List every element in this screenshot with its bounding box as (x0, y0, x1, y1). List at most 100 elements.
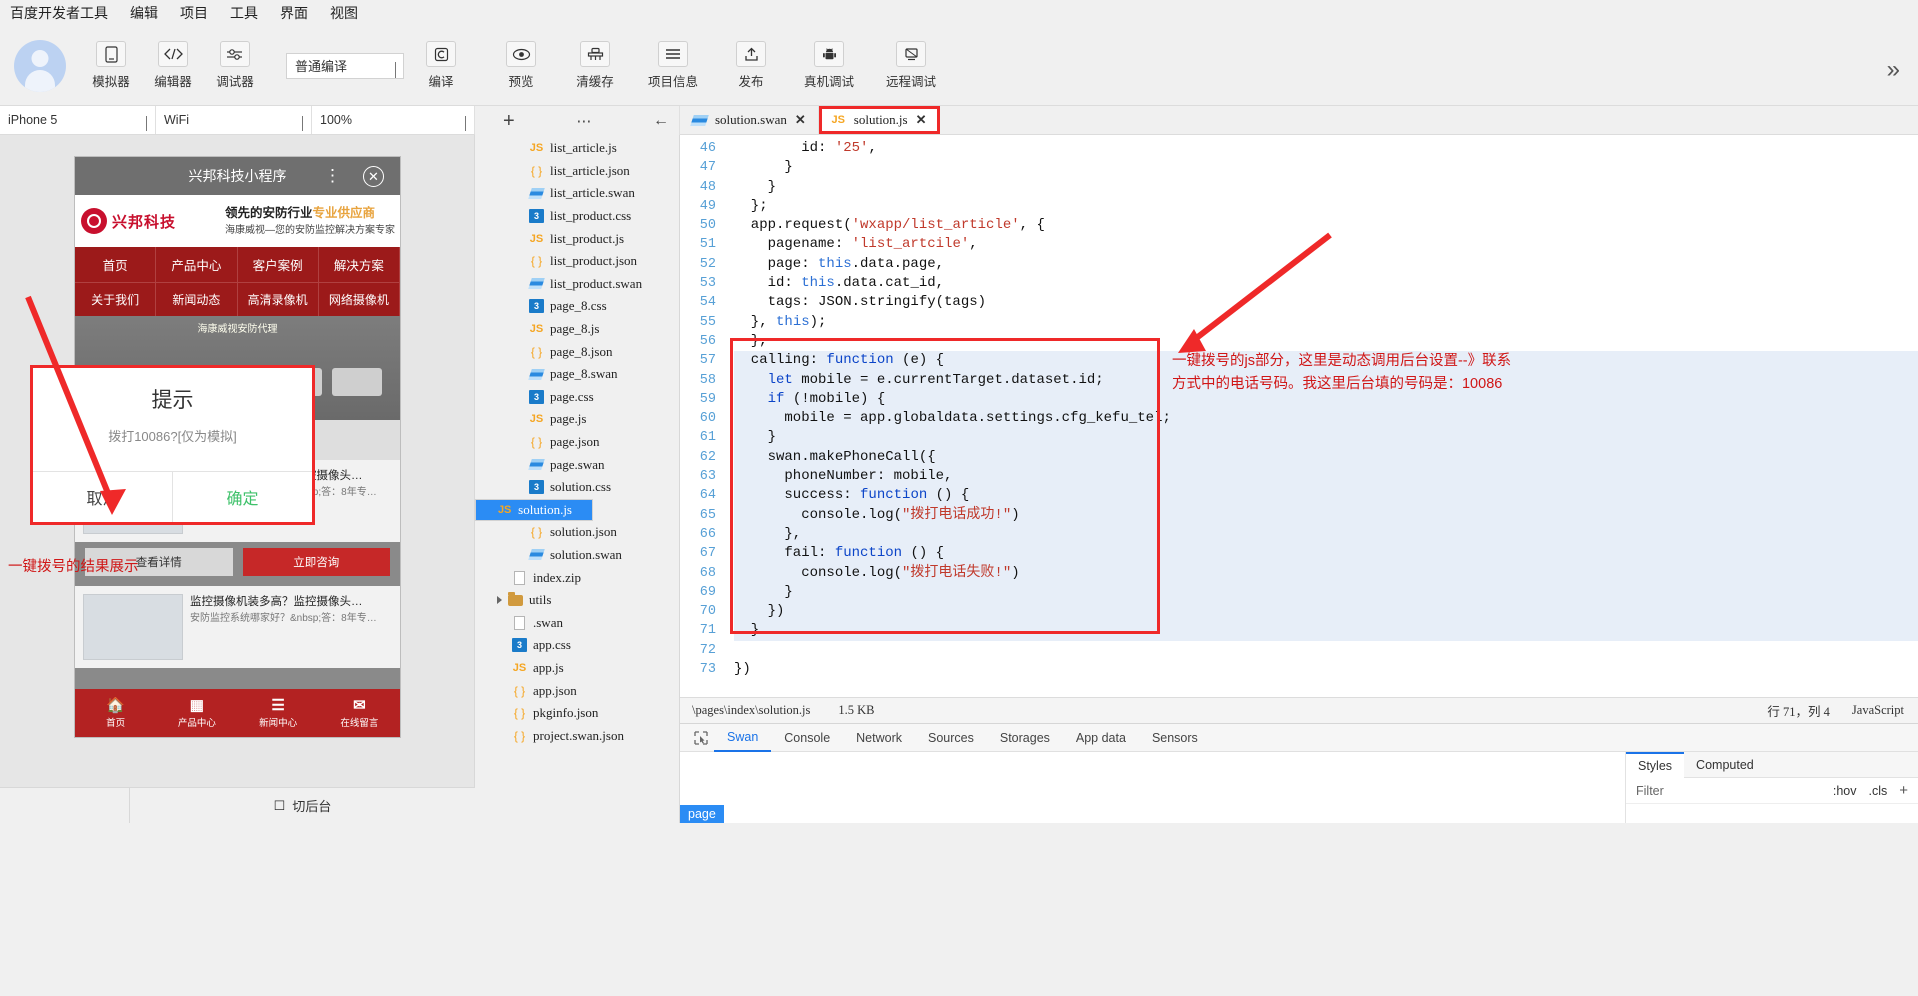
add-file-button[interactable]: + (503, 111, 515, 131)
file-tree-item[interactable]: index.zip (475, 566, 679, 589)
nav-item[interactable]: 首页 (75, 247, 156, 282)
file-tree-item[interactable]: { }list_article.json (475, 160, 679, 183)
dom-node-page[interactable]: page (680, 805, 724, 823)
compile-mode-select[interactable]: 普通编译 (286, 53, 404, 79)
arrow-left-icon[interactable]: ← (653, 112, 669, 130)
code-line[interactable]: } (734, 428, 1918, 447)
file-tree-item[interactable]: { }app.json (475, 679, 679, 702)
code-scroll-area[interactable]: 4647484950515253545556575859606162636465… (680, 135, 1918, 697)
code-line[interactable]: success: function () { (734, 486, 1918, 505)
code-line[interactable]: } (734, 158, 1918, 177)
file-tree-item[interactable]: 3app.css (475, 634, 679, 657)
styles-filter-input[interactable]: Filter (1636, 784, 1664, 798)
toolbar-button-simulator[interactable]: 模拟器 (82, 41, 140, 90)
file-tree-item[interactable]: solution.swan (475, 544, 679, 567)
consult-button[interactable]: 立即咨询 (243, 548, 391, 576)
file-tree-item[interactable]: { }page.json (475, 431, 679, 454)
file-tree-item[interactable]: JSpage.js (475, 408, 679, 431)
styles-tab-computed[interactable]: Computed (1684, 758, 1766, 772)
code-line[interactable]: } (734, 178, 1918, 197)
file-tree-item[interactable]: { }pkginfo.json (475, 702, 679, 725)
file-tree-item[interactable]: { }list_product.json (475, 250, 679, 273)
file-tree[interactable]: JSlist_article.js{ }list_article.jsonlis… (475, 135, 680, 823)
toolbar-button-project-info[interactable]: 项目信息 (640, 41, 706, 90)
file-tree-item[interactable]: JSsolution.js (475, 499, 593, 522)
devtools-tab-storages[interactable]: Storages (987, 724, 1063, 752)
devtools-tab-console[interactable]: Console (771, 724, 843, 752)
styles-hov-toggle[interactable]: :hov (1833, 784, 1869, 798)
tabbar-item-news[interactable]: ☰新闻中心 (238, 689, 319, 737)
code-line[interactable]: } (734, 583, 1918, 602)
code-line[interactable]: } (734, 621, 1918, 640)
zoom-select[interactable]: 100% (312, 106, 475, 134)
nav-item[interactable]: 解决方案 (319, 247, 400, 282)
styles-add-rule-button[interactable]: + (1899, 782, 1908, 799)
nav-item[interactable]: 关于我们 (75, 283, 156, 316)
menu-item-5[interactable]: 视图 (330, 3, 358, 23)
file-tree-item[interactable]: 3page_8.css (475, 295, 679, 318)
file-tree-item[interactable]: list_article.swan (475, 182, 679, 205)
file-tree-item[interactable]: { }project.swan.json (475, 724, 679, 747)
ellipsis-icon[interactable]: ⋮ (324, 166, 342, 186)
nav-item[interactable]: 高清录像机 (238, 283, 319, 316)
code-line[interactable]: tags: JSON.stringify(tags) (734, 293, 1918, 312)
file-tree-item[interactable]: 3page.css (475, 386, 679, 409)
code-line[interactable]: }) (734, 602, 1918, 621)
code-line[interactable]: pagename: 'list_artcile', (734, 235, 1918, 254)
dialog-confirm-button[interactable]: 确定 (173, 472, 312, 522)
close-circle-icon[interactable]: ✕ (363, 166, 384, 187)
code-line[interactable]: console.log("拨打电话失败!") (734, 564, 1918, 583)
code-line[interactable]: }, this); (734, 313, 1918, 332)
editor-tab-solution-swan[interactable]: solution.swan ✕ (680, 106, 819, 134)
close-icon[interactable]: ✕ (795, 112, 806, 128)
file-tree-item[interactable]: page_8.swan (475, 363, 679, 386)
code-line[interactable]: }, (734, 525, 1918, 544)
devtools-tab-sources[interactable]: Sources (915, 724, 987, 752)
avatar[interactable] (14, 40, 66, 92)
switch-background-button[interactable]: ☐ 切后台 (130, 788, 475, 823)
editor-tab-solution-js[interactable]: JS solution.js ✕ (819, 106, 940, 134)
nav-item[interactable]: 客户案例 (238, 247, 319, 282)
code-line[interactable]: id: '25', (734, 139, 1918, 158)
toolbar-button-clear-cache[interactable]: 清缓存 (566, 41, 624, 90)
code-line[interactable]: }) (734, 660, 1918, 679)
devtools-tab-sensors[interactable]: Sensors (1139, 724, 1211, 752)
file-tree-item[interactable]: JSlist_article.js (475, 137, 679, 160)
styles-cls-toggle[interactable]: .cls (1868, 784, 1899, 798)
menu-item-0[interactable]: 百度开发者工具 (10, 3, 108, 23)
code-content[interactable]: id: '25', } } }; app.request('wxapp/list… (724, 135, 1918, 697)
toolbar-button-remote-debug[interactable]: 远程调试 (878, 41, 944, 90)
code-line[interactable]: console.log("拨打电话成功!") (734, 506, 1918, 525)
code-line[interactable] (734, 641, 1918, 660)
code-line[interactable]: page: this.data.page, (734, 255, 1918, 274)
devtools-tab-appdata[interactable]: App data (1063, 724, 1139, 752)
menu-item-4[interactable]: 界面 (280, 3, 308, 23)
dialog-cancel-button[interactable]: 取消 (33, 472, 173, 522)
code-line[interactable]: app.request('wxapp/list_article', { (734, 216, 1918, 235)
tabbar-item-message[interactable]: ✉在线留言 (319, 689, 400, 737)
code-line[interactable]: }; (734, 197, 1918, 216)
devtools-tab-swan[interactable]: Swan (714, 724, 771, 752)
file-tree-item[interactable]: JSlist_product.js (475, 227, 679, 250)
code-line[interactable]: id: this.data.cat_id, (734, 274, 1918, 293)
code-line[interactable]: }, (734, 332, 1918, 351)
network-select[interactable]: WiFi (156, 106, 312, 134)
code-line[interactable]: swan.makePhoneCall({ (734, 448, 1918, 467)
toolbar-button-editor[interactable]: 编辑器 (144, 41, 202, 90)
code-line[interactable]: phoneNumber: mobile, (734, 467, 1918, 486)
file-tree-item[interactable]: .swan (475, 611, 679, 634)
file-tree-item[interactable]: { }page_8.json (475, 340, 679, 363)
menu-item-3[interactable]: 工具 (230, 3, 258, 23)
file-tree-item[interactable]: page.swan (475, 453, 679, 476)
toolbar-button-device-debug[interactable]: 真机调试 (796, 41, 862, 90)
toolbar-button-compile[interactable]: 编译 (412, 41, 470, 90)
toolbar-button-publish[interactable]: 发布 (722, 41, 780, 90)
toolbar-button-debugger[interactable]: 调试器 (206, 41, 264, 90)
file-tree-item[interactable]: { }solution.json (475, 521, 679, 544)
devtools-tab-network[interactable]: Network (843, 724, 915, 752)
list-item[interactable]: 监控摄像机装多高？监控摄像头… 安防监控系统哪家好？&nbsp;答：8年专… (75, 586, 400, 668)
menu-item-1[interactable]: 编辑 (130, 3, 158, 23)
tabbar-item-home[interactable]: 🏠首页 (75, 689, 156, 737)
file-tree-item[interactable]: utils (475, 589, 679, 612)
devtools-dom-tree[interactable]: page (680, 752, 1626, 823)
